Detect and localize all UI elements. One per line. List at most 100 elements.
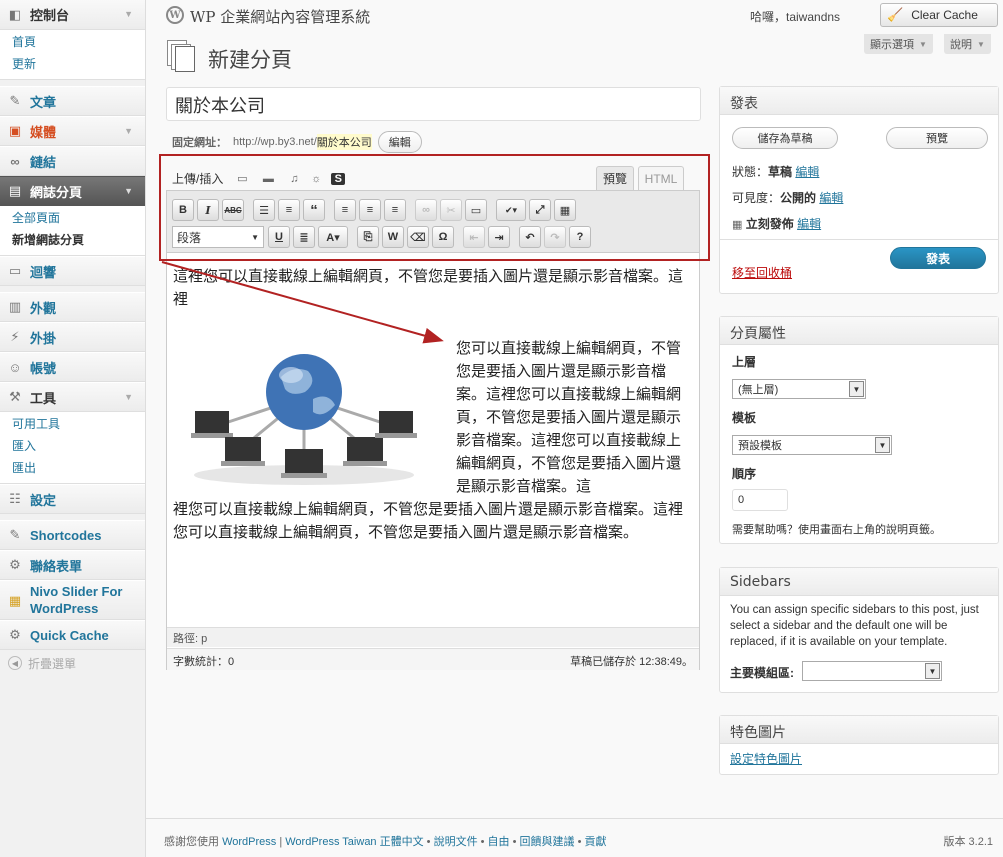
publish-time-label: 立刻發佈 [745,217,794,231]
menu-arrow-icon[interactable]: ▼ [124,392,133,402]
status-row: 狀態：草稿 編輯 [732,163,819,180]
sidebars-description: You can assign specific sidebars to this… [730,604,979,648]
menu-posts-label: 文章 [30,94,57,110]
help-label: 說明 [950,39,972,51]
screen-options-tab[interactable]: 顯示選項 ▼ [864,34,933,54]
menu-arrow-icon[interactable]: ▼ [124,9,133,19]
footer-thanks: 感謝您使用 [164,836,223,848]
user-greeting[interactable]: 哈囉，taiwandns [750,8,840,25]
collapse-arrow-icon: ◀ [8,656,22,670]
wordpress-logo-icon: W [166,6,184,24]
menu-settings[interactable]: ☷ 設定 [0,484,145,514]
status-value: 草稿 [768,165,793,179]
template-select[interactable]: 預設模板 ▼ [732,435,892,455]
footer-docs-link[interactable]: 說明文件 [434,836,478,848]
menu-comments-label: 迴響 [30,264,57,280]
menu-posts[interactable]: ✎ 文章 [0,86,145,116]
screen-options-label: 顯示選項 [870,39,914,51]
submenu-import[interactable]: 匯入 [0,436,145,458]
editor-float-text[interactable]: 您可以直接載線上編輯網頁，不管您是要插入圖片還是顯示影音檔案。這裡您可以直接載線… [456,337,686,498]
chevron-down-icon: ▼ [919,39,927,49]
publish-box: 發表 儲存為草稿 預覽 狀態：草稿 編輯 可見度：公開的 編輯 ▦ 立刻發佈 編… [719,86,999,294]
preview-button[interactable]: 預覽 [886,127,988,149]
footer-credits-link[interactable]: 貢獻 [584,836,606,848]
save-draft-button[interactable]: 儲存為草稿 [732,127,838,149]
annotation-box [159,154,710,261]
menu-arrow-icon[interactable]: ▼ [124,126,133,136]
page-title: 新建分頁 [208,48,292,72]
parent-label: 上層 [732,355,757,369]
globe-network-image[interactable] [173,337,435,489]
menu-plugins[interactable]: ⚡ 外掛 [0,322,145,352]
order-label: 順序 [732,467,757,481]
settings-icon: ☷ [9,491,21,506]
permalink-slug[interactable]: 關於本公司 [316,134,372,150]
pages-icon [167,40,195,72]
parent-select-value: (無上層) [738,384,779,396]
main-sidebar-select[interactable]: ▼ [802,661,942,681]
menu-pages-label: 網誌分頁 [30,184,83,200]
menu-dashboard[interactable]: ◧ 控制台 ▼ [0,0,145,30]
tools-submenu: 可用工具 匯入 匯出 [0,412,145,484]
submenu-home[interactable]: 首頁 [0,32,145,54]
visibility-row: 可見度：公開的 編輯 [732,189,843,206]
pages-submenu: 全部頁面 新增網誌分頁 [0,206,145,256]
site-title[interactable]: WP 企業網站內容管理系統 [190,6,370,27]
main-sidebar-label: 主要模組區: [730,666,794,680]
footer-version: 版本 3.2.1 [943,836,993,848]
menu-media-label: 媒體 [30,124,57,140]
edit-publish-time-link[interactable]: 編輯 [797,217,821,231]
set-featured-image-link[interactable]: 設定特色圖片 [730,750,802,767]
menu-appearance[interactable]: ▥ 外觀 [0,292,145,322]
featured-image-title: 特色圖片 [720,716,998,744]
menu-links[interactable]: ∞ 鏈結 [0,146,145,176]
permalink-label: 固定網址： [172,137,227,149]
menu-tools[interactable]: ⚒ 工具 ▼ [0,382,145,412]
calendar-icon: ▦ [732,219,743,231]
menu-settings-label: 設定 [30,492,57,508]
dashboard-icon: ◧ [8,6,22,22]
collapse-menu[interactable]: ◀ 折疊選單 [0,650,145,676]
submenu-available-tools[interactable]: 可用工具 [0,414,145,436]
dashboard-submenu: 首頁 更新 [0,30,145,80]
menu-arrow-icon[interactable]: ▼ [124,186,133,196]
clear-cache-button[interactable]: 🧹 Clear Cache [880,3,998,27]
menu-shortcodes[interactable]: ✎ Shortcodes [0,520,145,550]
menu-quick-cache[interactable]: ⚙ Quick Cache [0,620,145,650]
edit-status-link[interactable]: 編輯 [795,165,819,179]
menu-comments[interactable]: ▭ 迴響 [0,256,145,286]
editor-after-text[interactable]: 裡您可以直接載線上編輯網頁，不管您是要插入圖片還是顯示影音檔案。這裡您可以直接載… [173,498,697,544]
menu-nivo-slider[interactable]: ▦ Nivo Slider For WordPress [0,580,145,620]
page-attributes-title: 分頁屬性 [720,317,998,345]
content-editor[interactable]: B I ABC ☰ ≡ “ ≡ ≡ ≡ ∞ ✂ ▭ ✔▾ ⤢ ▦ 段落 ▼ U [166,190,700,670]
submenu-export[interactable]: 匯出 [0,458,145,480]
post-title-input[interactable]: 關於本公司 [166,87,701,121]
order-input[interactable]: 0 [732,489,788,511]
menu-contact-form[interactable]: ⚙ 聯絡表單 [0,550,145,580]
menu-users[interactable]: ☺ 帳號 [0,352,145,382]
publish-box-title: 發表 [720,87,998,115]
footer-feedback-link[interactable]: 回饋與建議 [520,836,575,848]
pushpin-icon: ✎ [9,527,21,542]
submenu-add-new-page[interactable]: 新增網誌分頁 [0,230,145,252]
menu-media[interactable]: ▣ 媒體 ▼ [0,116,145,146]
footer-wp-taiwan-link[interactable]: WordPress Taiwan 正體中文 [285,836,423,848]
publish-time-row: ▦ 立刻發佈 編輯 [732,215,821,232]
move-to-trash-link[interactable]: 移至回收桶 [732,264,792,281]
submenu-all-pages[interactable]: 全部頁面 [0,208,145,230]
template-label: 模板 [732,411,757,425]
permalink: 固定網址： http://wp.by3.net/ 關於本公司 編輯 [172,131,422,153]
menu-pages[interactable]: ▤ 網誌分頁 ▼ [0,176,145,206]
help-tab[interactable]: 說明 ▼ [944,34,991,54]
page-attributes-help: 需要幫助嗎？使用畫面右上角的說明頁籤。 [732,524,941,536]
footer-dot: • [509,836,520,848]
edit-visibility-link[interactable]: 編輯 [819,191,843,205]
footer-freedoms-link[interactable]: 自由 [488,836,510,848]
footer-wordpress-link[interactable]: WordPress [222,836,276,848]
permalink-edit-button[interactable]: 編輯 [377,131,422,153]
editor-paragraph[interactable]: 這裡您可以直接載線上編輯網頁，不管您是要插入圖片還是顯示影音檔案。這裡 [173,265,693,311]
publish-button[interactable]: 發表 [890,247,986,269]
parent-select[interactable]: (無上層) ▼ [732,379,866,399]
submenu-updates[interactable]: 更新 [0,54,145,76]
broom-icon: 🧹 [887,7,904,22]
